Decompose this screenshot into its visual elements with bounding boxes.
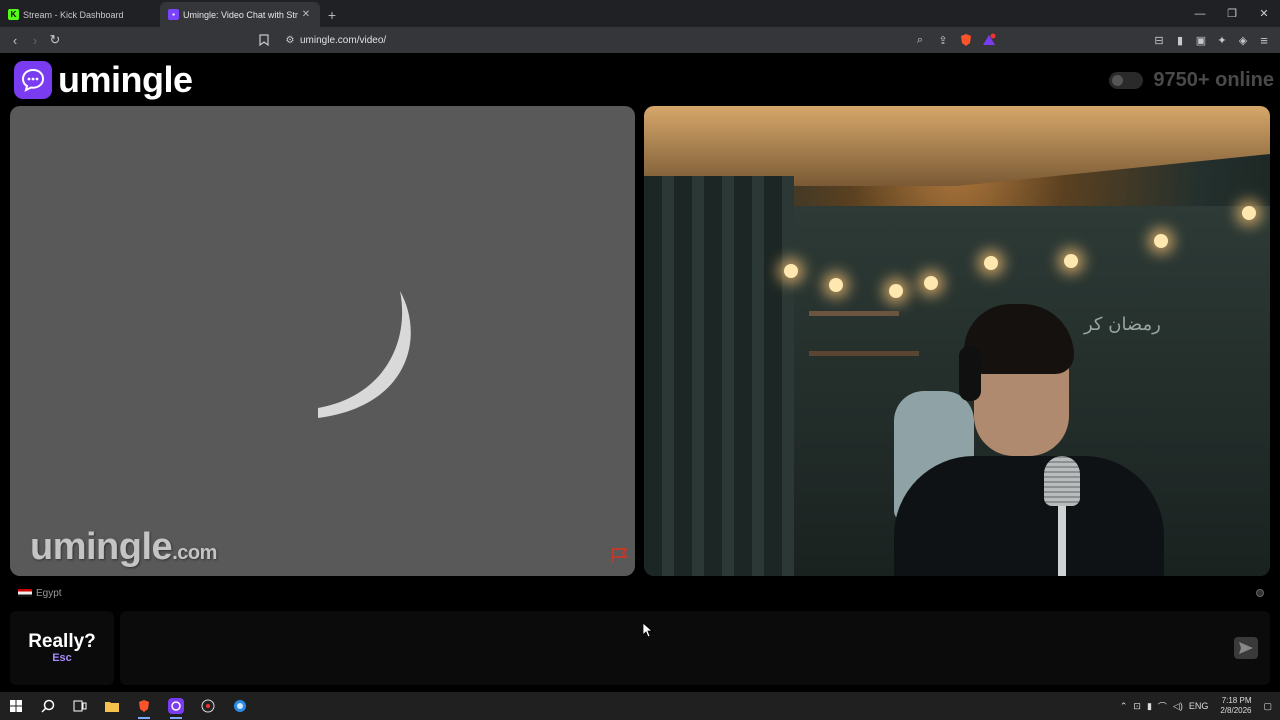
site-info-icon[interactable]: ⚙ xyxy=(280,30,300,50)
string-light xyxy=(829,278,843,292)
browser-tab-bar: K Stream - Kick Dashboard ▪ Umingle: Vid… xyxy=(0,0,1280,27)
file-explorer-icon[interactable] xyxy=(96,692,128,720)
wall-shelf xyxy=(809,351,919,356)
stranger-video-panel: umingle.com xyxy=(10,106,635,576)
menu-icon[interactable]: ≡ xyxy=(1254,30,1274,50)
leo-ai-icon[interactable]: ✦ xyxy=(1212,30,1232,50)
back-icon[interactable]: ‹ xyxy=(5,30,25,50)
online-indicator: 9750+ online xyxy=(1109,69,1274,92)
string-light xyxy=(889,284,903,298)
online-count: 9750+ online xyxy=(1153,69,1274,91)
close-tab-icon[interactable]: ✕ xyxy=(300,9,312,20)
mouse-cursor-icon xyxy=(642,622,654,642)
curtain xyxy=(644,176,794,576)
settings-dot-icon[interactable] xyxy=(1256,589,1264,597)
start-button[interactable] xyxy=(0,692,32,720)
wall-shelf xyxy=(809,311,899,316)
wallet-icon[interactable]: ▣ xyxy=(1191,30,1211,50)
umingle-favicon-icon: ▪ xyxy=(168,9,179,20)
new-tab-button[interactable]: + xyxy=(320,2,344,27)
language-indicator[interactable]: ENG xyxy=(1189,701,1209,711)
network-device-icon[interactable]: ⊡ xyxy=(1133,701,1141,712)
brave-shields-icon[interactable] xyxy=(956,30,976,50)
share-icon[interactable]: ⇪ xyxy=(933,30,953,50)
skip-button-key: Esc xyxy=(52,652,72,664)
vpn-icon[interactable]: ◈ xyxy=(1233,30,1253,50)
notifications-icon[interactable]: ▢ xyxy=(1263,701,1272,712)
url-text[interactable]: umingle.com/video/ xyxy=(300,35,386,46)
tab-kick-dashboard[interactable]: K Stream - Kick Dashboard xyxy=(0,2,160,27)
logo-text: umingle xyxy=(58,59,193,100)
clock-time: 7:18 PM xyxy=(1221,696,1252,705)
microphone-stand xyxy=(1058,504,1066,576)
loading-spinner-icon xyxy=(315,286,415,431)
send-icon xyxy=(1239,642,1253,654)
minimize-icon[interactable]: — xyxy=(1184,0,1216,27)
self-webcam-panel: رمضان كر xyxy=(644,106,1270,576)
restore-icon[interactable]: ❐ xyxy=(1216,0,1248,27)
sidebar-icon[interactable]: ▮ xyxy=(1170,30,1190,50)
brave-rewards-icon[interactable] xyxy=(979,30,999,50)
umingle-app-icon[interactable] xyxy=(160,692,192,720)
send-button[interactable] xyxy=(1234,637,1258,659)
microphone-icon[interactable]: ▮ xyxy=(1147,701,1152,712)
task-view-icon[interactable] xyxy=(64,692,96,720)
system-tray: ⌃ ⊡ ▮ ⌒ ◁) ENG 7:18 PM 2/8/2026 ▢ xyxy=(1120,692,1280,720)
microphone xyxy=(1044,456,1080,506)
clock[interactable]: 7:18 PM 2/8/2026 xyxy=(1220,696,1251,716)
kick-favicon-icon: K xyxy=(8,9,19,20)
reload-icon[interactable]: ↻ xyxy=(45,30,65,50)
bookmark-icon[interactable] xyxy=(254,30,274,50)
chat-bubble-logo-icon xyxy=(14,61,52,99)
umingle-watermark: umingle.com xyxy=(30,526,217,569)
tab-search-icon[interactable]: ⊟ xyxy=(1149,30,1169,50)
wall-decoration-text: رمضان كر xyxy=(1084,314,1161,335)
tab-title: Umingle: Video Chat with Str xyxy=(183,9,298,20)
string-light xyxy=(784,264,798,278)
skip-button[interactable]: Really? Esc xyxy=(10,611,114,685)
string-light xyxy=(1064,254,1078,268)
address-bar[interactable]: umingle.com/video/ xyxy=(300,27,386,53)
chevron-up-icon[interactable]: ⌃ xyxy=(1120,701,1128,712)
volume-icon[interactable]: ◁) xyxy=(1173,701,1183,712)
chat-message-input[interactable] xyxy=(120,611,1270,685)
partner-country: Egypt xyxy=(36,587,62,599)
string-light xyxy=(984,256,998,270)
app-blue-icon[interactable] xyxy=(224,692,256,720)
string-light xyxy=(1242,206,1256,220)
partner-country-bar: Egypt xyxy=(10,583,1270,603)
search-icon[interactable] xyxy=(32,692,64,720)
egypt-flag-icon xyxy=(18,589,32,597)
tab-title: Stream - Kick Dashboard xyxy=(23,9,124,20)
window-controls: — ❐ ✕ xyxy=(1184,0,1280,27)
browser-toolbar: ‹ › ↻ ⚙ umingle.com/video/ ⌕ ⇪ ⊟ ▮ ▣ ✦ ◈… xyxy=(0,27,1280,53)
ceiling xyxy=(644,106,1270,186)
close-window-icon[interactable]: ✕ xyxy=(1248,0,1280,27)
umingle-page: umingle 9750+ online umingle.com رمضان ك… xyxy=(0,53,1280,692)
theme-toggle[interactable] xyxy=(1109,72,1144,89)
person-body xyxy=(894,456,1164,576)
headset xyxy=(959,346,981,401)
windows-taskbar: ⌃ ⊡ ▮ ⌒ ◁) ENG 7:18 PM 2/8/2026 ▢ xyxy=(0,692,1280,720)
string-light xyxy=(1154,234,1168,248)
forward-icon[interactable]: › xyxy=(25,30,45,50)
clock-date: 2/8/2026 xyxy=(1220,706,1252,715)
report-flag-icon[interactable] xyxy=(611,547,629,568)
tab-umingle[interactable]: ▪ Umingle: Video Chat with Str ✕ xyxy=(160,2,320,27)
wifi-icon[interactable]: ⌒ xyxy=(1158,700,1167,713)
site-logo[interactable]: umingle xyxy=(14,59,193,101)
skip-button-label: Really? xyxy=(28,631,96,652)
string-light xyxy=(924,276,938,290)
obs-studio-icon[interactable] xyxy=(192,692,224,720)
chat-row: Really? Esc xyxy=(10,611,1270,685)
watermark-main: umingle xyxy=(30,526,173,568)
brave-browser-icon[interactable] xyxy=(128,692,160,720)
zoom-icon[interactable]: ⌕ xyxy=(910,30,930,50)
watermark-suffix: .com xyxy=(172,542,217,564)
windows-logo-icon xyxy=(10,700,22,712)
